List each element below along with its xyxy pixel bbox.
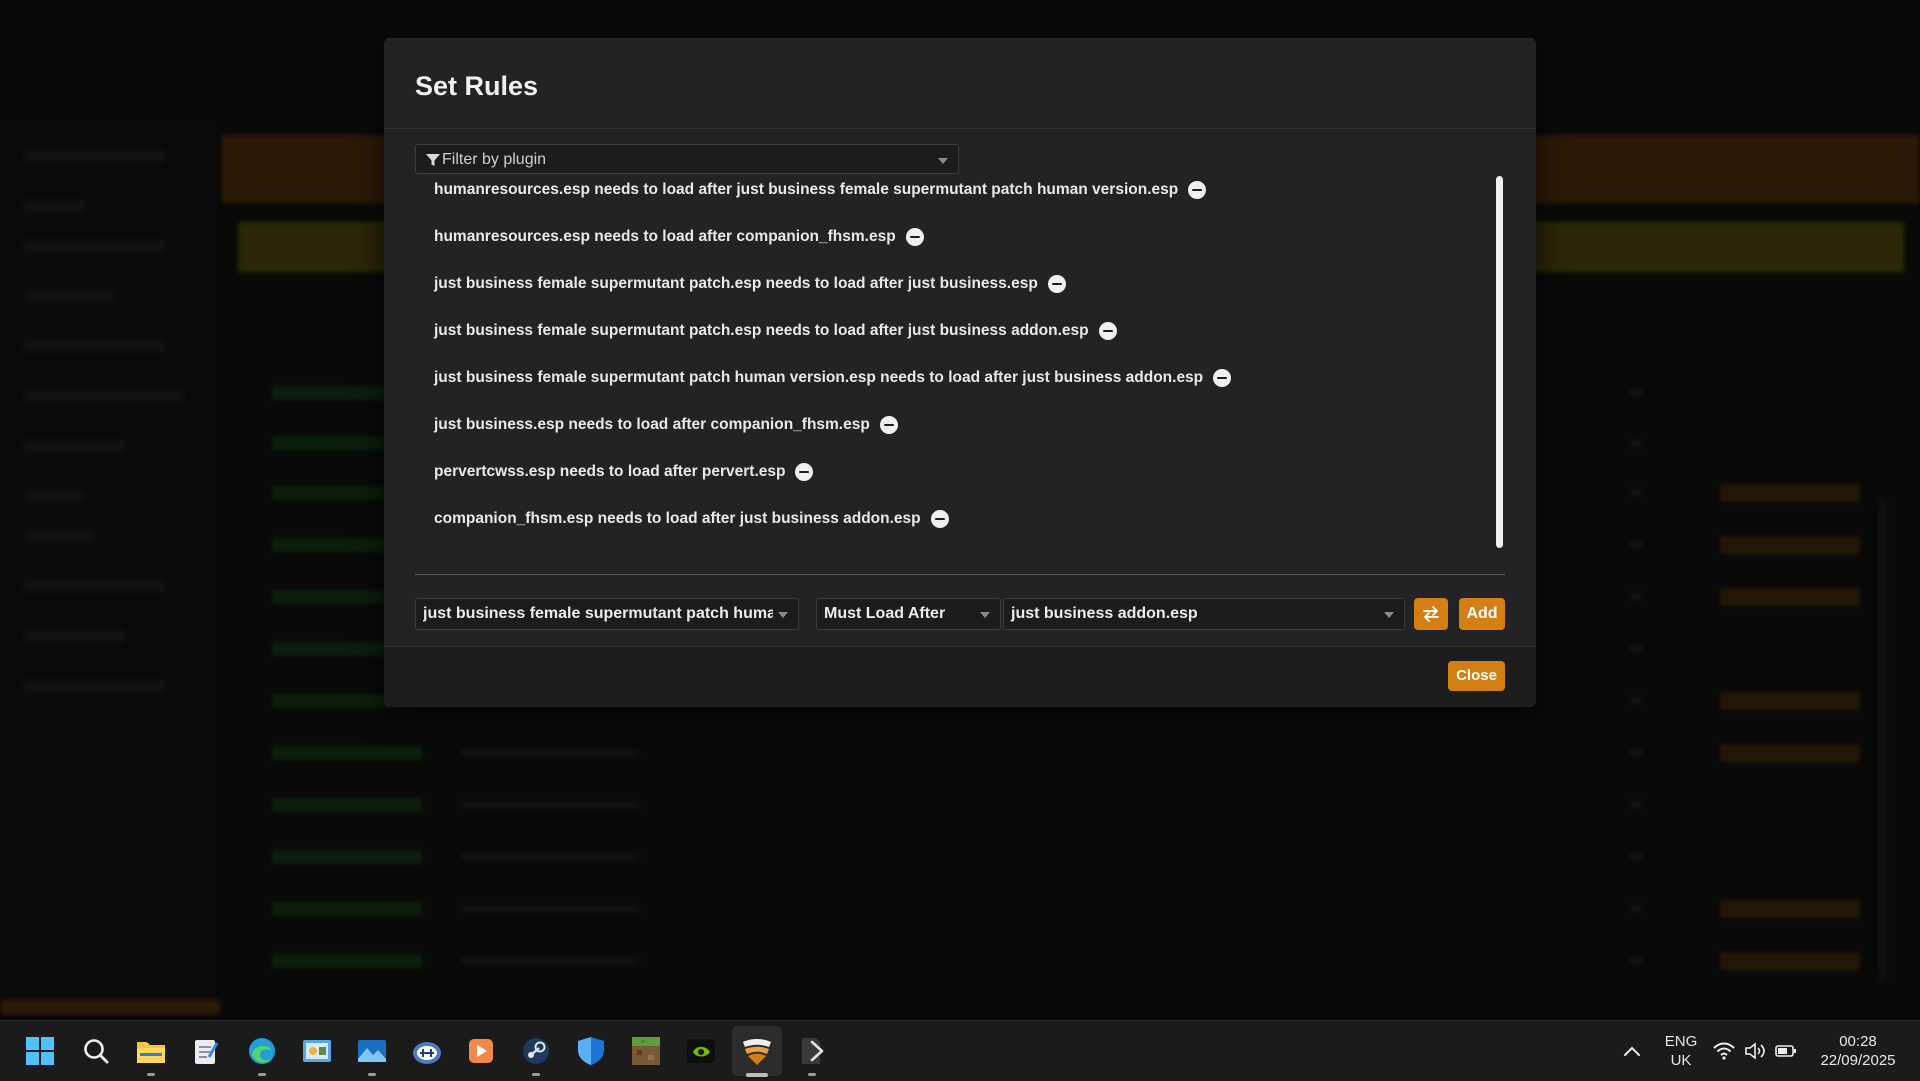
rule-item: just business female supermutant patch.e… [434,269,1066,299]
nvidia-icon[interactable] [685,1035,717,1067]
chevron-down-icon [938,158,948,164]
mod-manager-icon[interactable] [741,1035,773,1067]
swap-arrows-icon [1423,606,1439,622]
remove-rule-icon[interactable] [1213,369,1232,387]
add-rule-button[interactable]: Add [1459,598,1505,630]
rule-item: humanresources.esp needs to load after c… [434,222,924,252]
clock-time: 00:28 [1839,1033,1877,1050]
rule-text: pervertcwss.esp needs to load after perv… [434,463,786,480]
rule-type-select[interactable]: Must Load After [816,598,1001,630]
source-plugin-value: just business female supermutant patch h… [423,605,773,622]
windows-security-icon[interactable] [575,1035,607,1067]
rule-type-value: Must Load After [824,605,946,622]
target-plugin-select[interactable]: just business addon.esp [1003,598,1405,630]
rule-item: pervertcwss.esp needs to load after perv… [434,457,814,487]
filter-by-plugin-dropdown[interactable]: Filter by plugin [415,144,959,174]
remove-rule-icon[interactable] [1188,181,1207,199]
dialog-title: Set Rules [415,71,539,101]
rule-item: just business female supermutant patch.e… [434,316,1117,346]
chevron-down-icon [980,612,990,618]
clock[interactable]: 00:28 22/09/2025 [1808,1032,1908,1070]
media-player-icon[interactable] [465,1035,497,1067]
chevron-down-icon [778,612,788,618]
windows-taskbar: ENG UK 00:28 22/09/2025 [0,1020,1920,1081]
remove-rule-icon[interactable] [879,416,898,434]
rule-text: humanresources.esp needs to load after c… [434,228,896,245]
filter-placeholder: Filter by plugin [442,151,547,168]
chevron-up-icon[interactable] [1618,1035,1646,1067]
active-app-indicator [746,1073,768,1077]
minecraft-icon[interactable] [630,1035,662,1067]
battery-icon[interactable] [1772,1035,1800,1067]
terminal-icon[interactable] [796,1035,828,1076]
photos-icon[interactable] [356,1035,388,1076]
region-code: UK [1670,1052,1692,1069]
file-explorer-icon[interactable] [135,1035,167,1076]
chevron-down-icon [1384,612,1394,618]
rule-item: just business.esp needs to load after co… [434,410,898,440]
rule-text: just business female supermutant patch.e… [434,322,1089,339]
rule-text: just business female supermutant patch.e… [434,275,1038,292]
background-sidebar [0,120,210,1000]
rule-text: companion_fhsm.esp needs to load after j… [434,510,921,527]
rule-item: just business female supermutant patch h… [434,363,1232,393]
remove-rule-icon[interactable] [795,463,814,481]
rule-text: just business.esp needs to load after co… [434,416,870,433]
remove-rule-icon[interactable] [930,510,949,528]
rule-item: humanresources.esp needs to load after j… [434,175,1207,205]
remove-rule-icon[interactable] [905,228,924,246]
rule-item: companion_fhsm.esp needs to load after j… [434,504,949,534]
divider [415,574,1505,575]
notepad-icon[interactable] [190,1035,222,1067]
language-code: ENG [1664,1033,1698,1050]
steam-icon[interactable] [520,1035,552,1076]
app-icon[interactable] [411,1035,443,1067]
dialog-footer [384,646,1536,707]
search-icon[interactable] [80,1035,112,1067]
target-plugin-value: just business addon.esp [1011,605,1198,622]
source-plugin-select[interactable]: just business female supermutant patch h… [415,598,799,630]
remove-rule-icon[interactable] [1098,322,1117,340]
dialog-header [384,38,1536,129]
set-rules-dialog: Set Rules Filter by plugin humanresource… [384,38,1536,707]
language-indicator[interactable]: ENG UK [1656,1032,1706,1070]
wifi-icon[interactable] [1710,1035,1738,1067]
edge-browser-icon[interactable] [246,1035,278,1076]
rule-text: just business female supermutant patch h… [434,369,1204,386]
rules-list-scrollbar[interactable] [1496,176,1503,548]
clock-date: 22/09/2025 [1820,1052,1896,1069]
close-button[interactable]: Close [1448,661,1505,691]
filter-icon [426,154,440,166]
remove-rule-icon[interactable] [1047,275,1066,293]
control-panel-icon[interactable] [301,1035,333,1067]
swap-plugins-button[interactable] [1414,598,1448,630]
windows-start-icon[interactable] [24,1035,56,1067]
rule-text: humanresources.esp needs to load after j… [434,181,1179,198]
volume-icon[interactable] [1742,1035,1770,1067]
